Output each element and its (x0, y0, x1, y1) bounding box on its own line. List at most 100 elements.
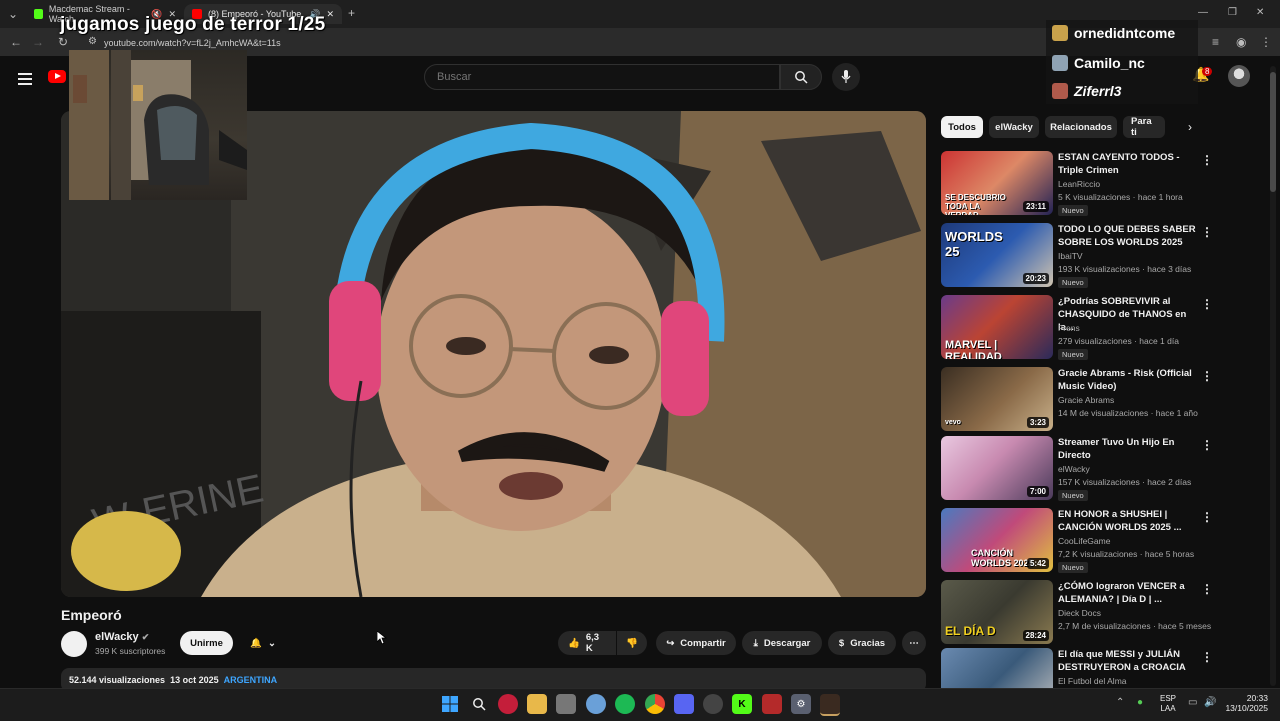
system-clock[interactable]: 20:33 13/10/2025 (1222, 693, 1268, 713)
video-thumbnail[interactable]: MARVEL | REALIDAD (941, 295, 1053, 359)
settings-icon[interactable]: ⚙ (791, 694, 811, 714)
recommended-video[interactable]: EL DÍA D 28:24 ¿CÓMO lograron VENCER a A… (941, 580, 1213, 646)
recommended-video[interactable]: MARVEL | REALIDAD ¿Podrías SOBREVIVIR al… (941, 295, 1213, 361)
recommended-video[interactable]: WORLDS 25 20:23 TODO LO QUE DEBES SABER … (941, 223, 1213, 289)
rec-title[interactable]: ESTAN CAYENTO TODOS - Triple Crimen (1058, 151, 1196, 177)
rec-channel[interactable]: Gracie Abrams (1058, 395, 1114, 405)
volume-icon[interactable]: 🔊 (1204, 697, 1216, 708)
chips-next-icon[interactable]: › (1188, 120, 1192, 134)
scrollbar-thumb[interactable] (1270, 72, 1276, 192)
thanks-button[interactable]: $ Gracias (828, 631, 896, 655)
video-thumbnail[interactable] (941, 648, 1053, 688)
mouse-cursor-icon (376, 630, 388, 650)
chip-related[interactable]: Relacionados (1045, 116, 1117, 138)
like-button[interactable]: 👍 6,3 K (558, 631, 616, 655)
chrome-icon[interactable] (645, 694, 665, 714)
video-thumbnail[interactable]: WORLDS 25 20:23 (941, 223, 1053, 287)
recommended-video[interactable]: El día que MESSI y JULIÁN DESTRUYERON a … (941, 648, 1211, 688)
taskbar-search-icon[interactable] (469, 694, 489, 714)
language-indicator[interactable]: ESP LAA (1160, 694, 1176, 714)
network-icon[interactable]: ▭ (1188, 697, 1197, 708)
voice-search-button[interactable] (832, 63, 860, 91)
voicemeeter-icon[interactable] (762, 694, 782, 714)
league-client-icon[interactable] (820, 694, 840, 716)
rec-channel[interactable]: IbaiTV (1058, 251, 1083, 261)
app-icon-red[interactable] (498, 694, 518, 714)
video-thumbnail[interactable]: EL DÍA D 28:24 (941, 580, 1053, 644)
app-icon-dark[interactable] (703, 694, 723, 714)
video-thumbnail[interactable]: CANCIÓN WORLDS 2025 5:42 (941, 508, 1053, 572)
maximize-icon[interactable]: ❐ (1228, 7, 1237, 18)
chip-for-you[interactable]: Para ti (1123, 116, 1165, 138)
new-tab-button[interactable]: + (348, 6, 355, 20)
microphone-tray-icon[interactable]: ● (1137, 697, 1143, 708)
rec-channel[interactable]: El Futbol del Alma (1058, 676, 1127, 686)
rec-meta: 157 K visualizaciones · hace 2 días (1058, 477, 1192, 487)
rec-channel[interactable]: CooLifeGame (1058, 536, 1110, 546)
spotify-icon[interactable] (615, 694, 635, 714)
app-icon-blue[interactable] (586, 694, 606, 714)
chip-all[interactable]: Todos (941, 116, 983, 138)
forward-icon[interactable]: → (32, 35, 44, 49)
app-icon-gray[interactable] (556, 694, 576, 714)
site-info-icon[interactable]: ⚙ (88, 36, 97, 47)
close-window-icon[interactable]: ✕ (1256, 7, 1264, 18)
close-tab-icon[interactable]: ✕ (326, 9, 334, 20)
url-text[interactable]: youtube.com/watch?v=fL2j_AmhcWA&t=11s (104, 38, 281, 48)
rec-channel[interactable]: Dieck Docs (1058, 608, 1101, 618)
tray-overflow-icon[interactable]: ⌃ (1116, 697, 1124, 708)
more-vertical-icon[interactable]: ⋮ (1201, 369, 1213, 383)
recommended-video[interactable]: 7:00 Streamer Tuvo Un Hijo En Directo el… (941, 436, 1213, 502)
rec-title[interactable]: El día que MESSI y JULIÁN DESTRUYERON a … (1058, 648, 1196, 674)
more-vertical-icon[interactable]: ⋮ (1201, 650, 1211, 664)
more-vertical-icon[interactable]: ⋮ (1201, 297, 1213, 311)
recommended-video[interactable]: CANCIÓN WORLDS 2025 5:42 EN HONOR a SHUS… (941, 508, 1213, 574)
kick-icon[interactable]: K (732, 694, 752, 714)
recommended-video[interactable]: vevo 3:23 Gracie Abrams - Risk (Official… (941, 367, 1213, 433)
video-thumbnail[interactable]: 7:00 (941, 436, 1053, 500)
account-avatar[interactable] (1228, 65, 1250, 87)
video-thumbnail[interactable]: vevo 3:23 (941, 367, 1053, 431)
subscription-bell-button[interactable]: 🔔 ⌄ (240, 631, 286, 655)
hamburger-menu-icon[interactable] (18, 70, 32, 88)
more-vertical-icon[interactable]: ⋮ (1201, 225, 1213, 239)
youtube-logo-icon[interactable] (48, 70, 66, 83)
windows-start-icon[interactable] (440, 694, 460, 714)
rec-channel[interactable]: Frens (1058, 323, 1080, 333)
rec-title[interactable]: EN HONOR a SHUSHEI | CANCIÓN WORLDS 2025… (1058, 508, 1196, 534)
tab-search-icon[interactable]: ⌄ (8, 7, 18, 21)
file-explorer-icon[interactable] (527, 694, 547, 714)
more-actions-button[interactable]: ⋯ (902, 631, 926, 655)
share-button[interactable]: ↪ Compartir (656, 631, 736, 655)
chip-elwacky[interactable]: elWacky (989, 116, 1039, 138)
hashtag-link[interactable]: ARGENTINA (224, 675, 278, 685)
new-badge: Nuevo (1058, 349, 1088, 360)
search-button[interactable] (780, 64, 822, 90)
more-vertical-icon[interactable]: ⋮ (1201, 510, 1213, 524)
reading-list-icon[interactable]: ≡ (1212, 35, 1219, 49)
join-button[interactable]: Unirme (180, 631, 233, 655)
reload-icon[interactable]: ↻ (58, 35, 68, 49)
search-input[interactable] (435, 70, 769, 84)
back-icon[interactable]: ← (10, 35, 22, 49)
more-vertical-icon[interactable]: ⋮ (1201, 438, 1213, 452)
channel-avatar[interactable] (61, 631, 87, 657)
profile-icon[interactable]: ◉ (1236, 35, 1246, 49)
browser-menu-icon[interactable]: ⋮ (1260, 35, 1272, 49)
rec-title[interactable]: Streamer Tuvo Un Hijo En Directo (1058, 436, 1196, 462)
rec-title[interactable]: TODO LO QUE DEBES SABER SOBRE LOS WORLDS… (1058, 223, 1196, 249)
more-vertical-icon[interactable]: ⋮ (1201, 582, 1213, 596)
more-vertical-icon[interactable]: ⋮ (1201, 153, 1213, 167)
rec-channel[interactable]: elWacky (1058, 464, 1090, 474)
channel-name[interactable]: elWacky ✔ (95, 631, 149, 643)
rec-channel[interactable]: LeanRiccio (1058, 179, 1100, 189)
rec-title[interactable]: ¿CÓMO lograron VENCER a ALEMANIA? | Día … (1058, 580, 1196, 606)
rec-title[interactable]: Gracie Abrams - Risk (Official Music Vid… (1058, 367, 1196, 393)
dislike-button[interactable]: 👎 (617, 631, 647, 655)
video-thumbnail[interactable]: SE DESCUBRIO TODA LA VERDAD 23:11 (941, 151, 1053, 215)
minimize-icon[interactable]: — (1198, 7, 1208, 18)
download-button[interactable]: ⤓ Descargar (742, 631, 822, 655)
recommended-video[interactable]: SE DESCUBRIO TODA LA VERDAD 23:11 ESTAN … (941, 151, 1213, 217)
thumbnail-text: vevo (945, 419, 961, 426)
discord-icon[interactable] (674, 694, 694, 714)
